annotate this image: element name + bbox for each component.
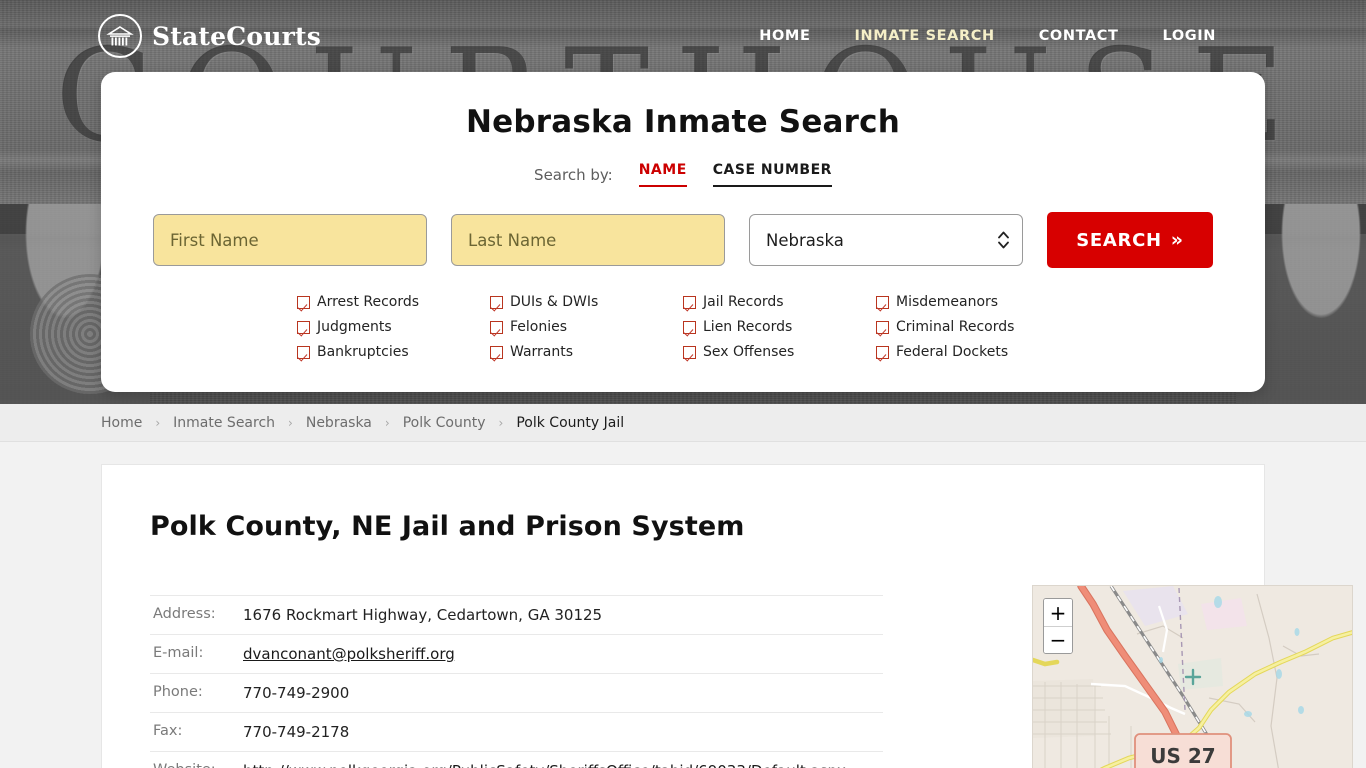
checkbox-label: Warrants (510, 344, 574, 360)
checked-box-icon (297, 295, 310, 309)
first-name-input[interactable] (153, 214, 427, 266)
brand-logo[interactable]: StateCourts (98, 14, 321, 58)
checkbox-item[interactable]: Felonies (490, 315, 683, 339)
row-value-address: 1676 Rockmart Highway, Cedartown, GA 301… (243, 606, 603, 624)
checkbox-item[interactable]: Federal Dockets (876, 340, 1069, 364)
breadcrumb-item-current: Polk County Jail (516, 414, 625, 431)
checkbox-item[interactable]: Bankruptcies (297, 340, 490, 364)
checkbox-item[interactable]: Criminal Records (876, 315, 1069, 339)
brand-name-text: StateCourts (152, 21, 321, 51)
double-chevron-right-icon: » (1170, 229, 1184, 251)
search-by-label: Search by: (534, 165, 613, 184)
row-value-email: dvanconant@polksheriff.org (243, 635, 883, 674)
last-name-input[interactable] (451, 214, 725, 266)
facility-details-table: Address: 1676 Rockmart Highway, Cedartow… (150, 595, 883, 768)
table-row: E-mail: dvanconant@polksheriff.org (150, 635, 883, 674)
state-select[interactable]: Nebraska (749, 214, 1023, 266)
checkbox-item[interactable]: Arrest Records (297, 290, 490, 314)
breadcrumb-item-inmate-search[interactable]: Inmate Search (173, 415, 275, 431)
checkbox-label: Felonies (510, 319, 568, 335)
checkbox-label: DUIs & DWIs (510, 294, 599, 310)
search-button[interactable]: SEARCH » (1047, 212, 1213, 268)
checked-box-icon (297, 345, 310, 359)
svg-text:US 27: US 27 (1150, 744, 1215, 768)
row-value-fax: 770-749-2178 (243, 723, 350, 741)
nav-item-login[interactable]: LOGIN (1163, 28, 1216, 44)
breadcrumb-separator-icon: › (498, 415, 504, 430)
hero-banner: COURTHOUSE StateCourts HOME INMATE SEARC… (0, 0, 1366, 404)
search-form: Nebraska SEARCH » (101, 212, 1265, 268)
checkbox-item[interactable]: Misdemeanors (876, 290, 1069, 314)
table-row: Website: http://www.polkgeorgia.org/Publ… (150, 752, 883, 768)
checkbox-label: Misdemeanors (896, 294, 999, 310)
breadcrumb: Home › Inmate Search › Nebraska › Polk C… (0, 404, 1366, 442)
breadcrumb-separator-icon: › (384, 415, 390, 430)
checkbox-label: Judgments (317, 319, 392, 335)
breadcrumb-separator-icon: › (155, 415, 161, 430)
checkbox-item[interactable]: DUIs & DWIs (490, 290, 683, 314)
zoom-out-button[interactable]: − (1044, 626, 1072, 653)
checked-box-icon (683, 295, 696, 309)
row-value-website: http://www.polkgeorgia.org/PublicSafety/… (243, 752, 883, 768)
location-map[interactable]: US 27 + − (1032, 585, 1353, 768)
row-label: Website: (150, 752, 243, 768)
checkbox-item[interactable]: Sex Offenses (683, 340, 876, 364)
nav-item-home[interactable]: HOME (759, 28, 810, 44)
breadcrumb-separator-icon: › (288, 415, 293, 430)
checkbox-label: Sex Offenses (703, 344, 795, 360)
nav-item-inmate-search[interactable]: INMATE SEARCH (854, 28, 994, 44)
checked-box-icon (297, 320, 310, 334)
state-select-wrapper: Nebraska (749, 214, 1023, 266)
tab-case-number[interactable]: CASE NUMBER (712, 162, 832, 187)
checkbox-item[interactable]: Jail Records (683, 290, 876, 314)
row-label: Phone: (153, 684, 203, 700)
table-row: Fax: 770-749-2178 (150, 713, 883, 752)
checkbox-label: Criminal Records (896, 319, 1015, 335)
highway-shield: US 27 (1134, 733, 1232, 768)
checkbox-label: Arrest Records (317, 294, 420, 310)
row-label: E-mail: (153, 645, 204, 661)
checkbox-label: Jail Records (703, 294, 784, 310)
breadcrumb-item-polk-county[interactable]: Polk County (403, 415, 486, 431)
checkbox-item[interactable]: Lien Records (683, 315, 876, 339)
checked-box-icon (490, 320, 503, 334)
checkbox-label: Bankruptcies (317, 344, 409, 360)
zoom-in-button[interactable]: + (1044, 599, 1072, 626)
checked-box-icon (876, 295, 889, 309)
map-tiles: US 27 (1033, 586, 1352, 768)
checked-box-icon (876, 320, 889, 334)
tab-name[interactable]: NAME (638, 162, 687, 187)
checked-box-icon (683, 320, 696, 334)
row-label: Fax: (153, 723, 183, 739)
website-link[interactable]: http://www.polkgeorgia.org/PublicSafety/… (243, 762, 846, 768)
search-by-row: Search by: NAME CASE NUMBER (101, 162, 1265, 187)
checkbox-item[interactable]: Warrants (490, 340, 683, 364)
checked-box-icon (876, 345, 889, 359)
checkbox-item[interactable]: Judgments (297, 315, 490, 339)
checked-box-icon (490, 295, 503, 309)
email-link[interactable]: dvanconant@polksheriff.org (243, 645, 455, 663)
checkbox-label: Lien Records (703, 319, 793, 335)
courthouse-icon (98, 14, 142, 58)
breadcrumb-item-nebraska[interactable]: Nebraska (306, 415, 372, 431)
map-zoom-controls: + − (1043, 598, 1073, 654)
search-panel-title: Nebraska Inmate Search (465, 104, 900, 140)
checked-box-icon (683, 345, 696, 359)
row-value-phone: 770-749-2900 (243, 684, 350, 702)
nav-item-contact[interactable]: CONTACT (1039, 28, 1119, 44)
page-title: Polk County, NE Jail and Prison System (150, 511, 745, 542)
table-row: Phone: 770-749-2900 (150, 674, 883, 713)
row-label: Address: (153, 606, 216, 622)
facility-detail-card: Polk County, NE Jail and Prison System A… (101, 464, 1353, 768)
breadcrumb-item-home[interactable]: Home (101, 415, 142, 431)
checkbox-label: Federal Dockets (896, 344, 1009, 360)
checked-box-icon (490, 345, 503, 359)
inmate-search-panel: Nebraska Inmate Search Search by: NAME C… (101, 72, 1265, 392)
main-nav: HOME INMATE SEARCH CONTACT LOGIN (759, 28, 1216, 44)
search-button-label: SEARCH (1076, 229, 1162, 251)
top-navigation-bar: StateCourts HOME INMATE SEARCH CONTACT L… (0, 0, 1366, 72)
record-type-checklist: Arrest Records DUIs & DWIs Jail Records … (297, 290, 1069, 364)
table-row: Address: 1676 Rockmart Highway, Cedartow… (150, 595, 883, 635)
